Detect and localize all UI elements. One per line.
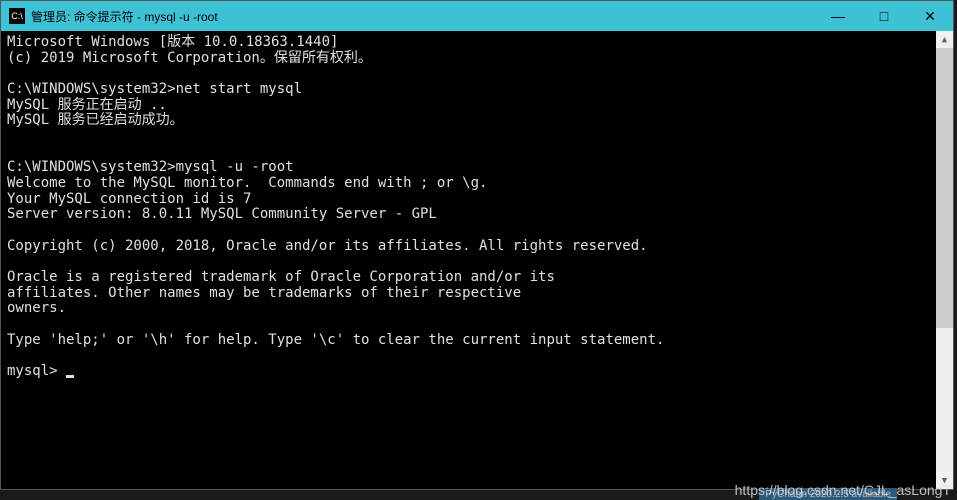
output-line: Server version: 8.0.11 MySQL Community S…	[7, 206, 437, 222]
scroll-up-button[interactable]: ▲	[936, 31, 953, 48]
window-controls: — □ ✕	[815, 1, 953, 31]
maximize-button[interactable]: □	[861, 1, 907, 31]
scroll-thumb[interactable]	[936, 48, 953, 328]
output-line: Type 'help;' or '\h' for help. Type '\c'…	[7, 332, 664, 348]
close-button[interactable]: ✕	[907, 1, 953, 31]
output-line: (c) 2019 Microsoft Corporation。保留所有权利。	[7, 50, 372, 66]
app-icon: C:\	[9, 8, 25, 24]
minimize-button[interactable]: —	[815, 1, 861, 31]
cursor-icon	[66, 375, 74, 378]
watermark-text: https://blog.csdn.net/CJL_asLongT	[735, 482, 951, 498]
terminal-output[interactable]: Microsoft Windows [版本 10.0.18363.1440] (…	[1, 31, 936, 489]
output-line: Oracle is a registered trademark of Orac…	[7, 269, 555, 285]
output-line: C:\WINDOWS\system32>mysql -u -root	[7, 159, 294, 175]
command-prompt-window: C:\ 管理员: 命令提示符 - mysql -u -root — □ ✕ Mi…	[0, 0, 954, 490]
output-line: C:\WINDOWS\system32>net start mysql	[7, 81, 302, 97]
mysql-prompt: mysql>	[7, 363, 66, 379]
terminal-area: Microsoft Windows [版本 10.0.18363.1440] (…	[1, 31, 953, 489]
output-line: MySQL 服务已经启动成功。	[7, 112, 184, 128]
app-icon-text: C:\	[11, 11, 23, 21]
vertical-scrollbar[interactable]: ▲ ▼	[936, 31, 953, 489]
output-line: Copyright (c) 2000, 2018, Oracle and/or …	[7, 238, 648, 254]
window-title: 管理员: 命令提示符 - mysql -u -root	[31, 8, 815, 25]
output-line: Your MySQL connection id is 7	[7, 191, 251, 207]
output-line: owners.	[7, 300, 66, 316]
output-line: Microsoft Windows [版本 10.0.18363.1440]	[7, 34, 338, 50]
output-line: affiliates. Other names may be trademark…	[7, 285, 521, 301]
titlebar[interactable]: C:\ 管理员: 命令提示符 - mysql -u -root — □ ✕	[1, 1, 953, 31]
output-line: Welcome to the MySQL monitor. Commands e…	[7, 175, 487, 191]
output-line: MySQL 服务正在启动 ..	[7, 97, 167, 113]
